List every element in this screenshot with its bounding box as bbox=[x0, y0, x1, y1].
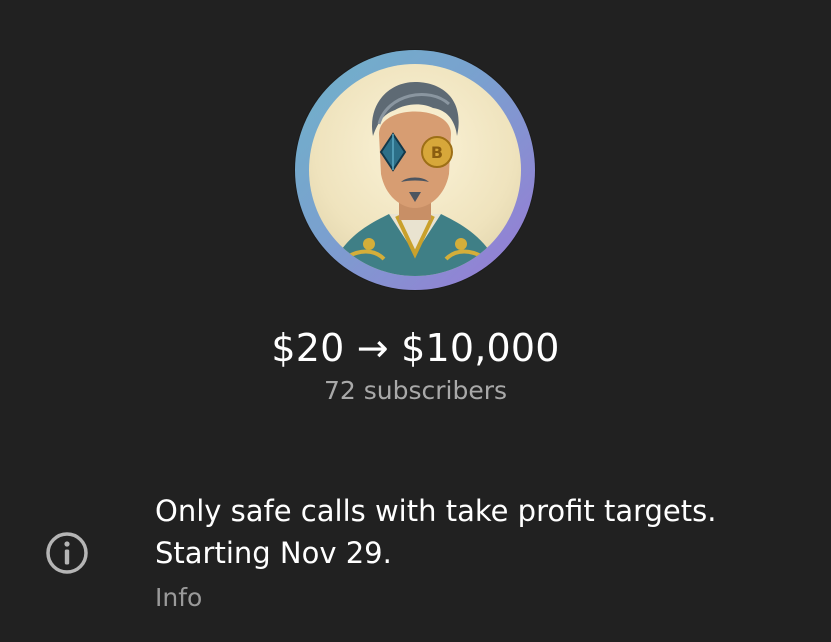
svg-text:B: B bbox=[431, 143, 443, 162]
info-icon bbox=[44, 530, 90, 576]
subscriber-count: 72 subscribers bbox=[323, 376, 508, 405]
info-label: Info bbox=[155, 583, 203, 612]
channel-title: $20 → $10,000 bbox=[271, 326, 560, 370]
channel-description: Only safe calls with take profit targets… bbox=[155, 490, 805, 574]
avatar-image: B bbox=[309, 64, 521, 276]
description-line-1: Only safe calls with take profit targets… bbox=[155, 494, 717, 528]
description-line-2: Starting Nov 29. bbox=[155, 536, 392, 570]
avatar-illustration: B bbox=[329, 82, 501, 276]
channel-avatar[interactable]: B bbox=[295, 50, 535, 290]
channel-info-page: B $20 → $10,000 72 subscribers Only safe… bbox=[0, 0, 831, 642]
